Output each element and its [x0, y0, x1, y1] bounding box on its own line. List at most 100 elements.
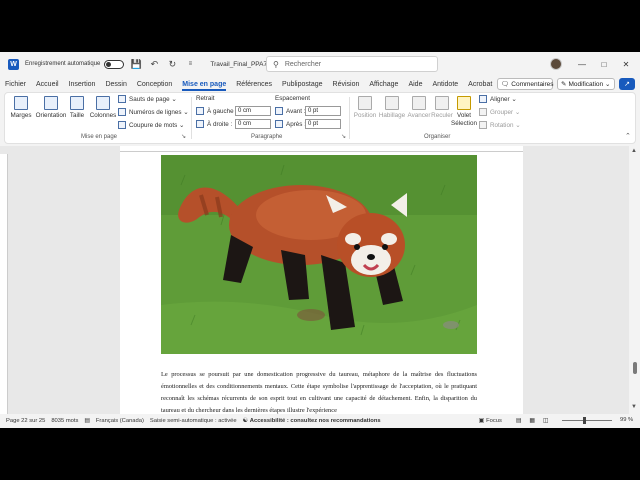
language-label[interactable]: Français (Canada)	[96, 418, 144, 424]
editing-mode-label: Modification ⌄	[568, 81, 611, 88]
tab-aide[interactable]: Aide	[403, 76, 427, 92]
customize-toolbar-icon[interactable]: ≡	[184, 58, 196, 70]
line-numbers-button[interactable]: Numéros de lignes ⌄	[118, 108, 189, 116]
page-setup-launcher-icon[interactable]: ↘	[181, 133, 186, 140]
spacing-after-input[interactable]: 0 pt	[305, 119, 341, 129]
tab-mise-en-page[interactable]: Mise en page	[177, 76, 231, 92]
document-page[interactable]: Le processus se poursuit par une domesti…	[120, 152, 523, 414]
user-avatar[interactable]	[550, 58, 562, 70]
size-label: Taille	[69, 112, 85, 119]
spacing-after-text: Après :	[286, 120, 306, 128]
scrollbar-thumb[interactable]	[633, 362, 637, 374]
tab-affichage[interactable]: Affichage	[364, 76, 403, 92]
proofing-icon[interactable]: ▤	[84, 418, 89, 424]
group-objects-button[interactable]: Grouper ⌄	[479, 108, 520, 116]
group-label-arrange: Organiser	[424, 134, 451, 140]
group-objects-label: Grouper ⌄	[490, 108, 521, 116]
share-icon: ↗	[624, 81, 630, 88]
margins-icon	[14, 96, 28, 110]
tab-accueil[interactable]: Accueil	[31, 76, 64, 92]
bring-forward-icon	[412, 96, 426, 110]
orientation-icon	[44, 96, 58, 110]
autosave-toggle[interactable]	[104, 59, 125, 69]
paragraph-launcher-icon[interactable]: ↘	[341, 133, 346, 140]
spacing-heading: Espacement	[275, 95, 311, 102]
wrap-text-button[interactable]: Habillage	[377, 96, 407, 120]
position-button[interactable]: Position	[351, 96, 379, 120]
size-button[interactable]: Taille	[65, 96, 89, 120]
save-icon[interactable]: 💾	[130, 58, 142, 70]
orientation-button[interactable]: Orientation	[34, 96, 68, 120]
share-button[interactable]: ↗	[619, 78, 635, 90]
autocomplete-status[interactable]: Saisie semi-automatique : activée	[150, 418, 237, 424]
zoom-slider-thumb[interactable]	[583, 417, 586, 424]
comment-icon: 🗨	[501, 81, 510, 88]
comments-label: Commentaires	[511, 80, 554, 88]
tab-publipostage[interactable]: Publipostage	[277, 76, 327, 92]
spacing-before-input[interactable]: 0 pt	[305, 106, 341, 116]
web-layout-icon[interactable]: ◫	[543, 418, 548, 424]
tab-acrobat[interactable]: Acrobat	[463, 76, 497, 92]
margins-button[interactable]: Marges	[7, 96, 35, 120]
tab-insertion[interactable]: Insertion	[64, 76, 101, 92]
wrap-text-label: Habillage	[378, 112, 406, 119]
collapse-ribbon-icon[interactable]: ⌃	[625, 132, 631, 140]
editing-mode-button[interactable]: ✎ Modification ⌄	[557, 78, 615, 90]
align-label: Aligner ⌄	[490, 95, 517, 103]
rotate-button[interactable]: Rotation ⌄	[479, 121, 520, 129]
zoom-level[interactable]: 99 %	[620, 417, 633, 423]
accessibility-icon[interactable]: ☯	[243, 418, 248, 424]
scroll-down-icon[interactable]: ▼	[631, 404, 637, 410]
indent-right-input[interactable]: 0 cm	[235, 119, 271, 129]
position-icon	[358, 96, 372, 110]
tab-antidote[interactable]: Antidote	[427, 76, 463, 92]
comments-button[interactable]: 🗨 Commentaires	[497, 78, 554, 90]
word-logo-icon: W	[8, 58, 19, 70]
accessibility-status[interactable]: Accessibilité : consultez nos recommanda…	[250, 418, 381, 424]
word-count[interactable]: 8035 mots	[51, 418, 78, 424]
indent-heading: Retrait	[196, 95, 215, 102]
columns-button[interactable]: Colonnes	[89, 96, 117, 120]
maximize-icon[interactable]: □	[598, 58, 610, 70]
indent-left-input[interactable]: 0 cm	[235, 106, 271, 116]
vertical-ruler[interactable]	[0, 154, 8, 414]
search-box[interactable]: ⚲ Rechercher	[266, 56, 438, 72]
close-icon[interactable]: ✕	[620, 58, 632, 70]
red-panda-illustration	[161, 155, 477, 354]
status-bar: Page 22 sur 25 8035 mots ▤ Français (Can…	[0, 414, 640, 428]
print-layout-icon[interactable]: ▦	[529, 418, 534, 424]
selection-pane-icon	[457, 96, 471, 110]
focus-icon[interactable]: ▣	[479, 418, 484, 424]
hyphenation-button[interactable]: Coupure de mots ⌄	[118, 121, 184, 129]
breaks-button[interactable]: Sauts de page ⌄	[118, 95, 177, 103]
body-paragraph[interactable]: Le processus se poursuit par une domesti…	[161, 369, 477, 417]
tab-conception[interactable]: Conception	[132, 76, 177, 92]
hyphenation-label: Coupure de mots ⌄	[129, 121, 185, 129]
search-placeholder: Rechercher	[284, 60, 322, 68]
scroll-up-icon[interactable]: ▲	[631, 148, 637, 154]
tab-fichier[interactable]: Fichier	[0, 76, 31, 92]
ribbon-panel: Marges Orientation Taille Colonnes Sauts…	[4, 92, 636, 144]
columns-icon	[96, 96, 110, 110]
indent-left-icon	[196, 107, 204, 115]
page-size-icon	[70, 96, 84, 110]
columns-label: Colonnes	[89, 112, 117, 119]
rotate-icon	[479, 121, 487, 129]
indent-right-icon	[196, 120, 204, 128]
vertical-scrollbar[interactable]: ▲ ▼	[629, 146, 640, 414]
tab-references[interactable]: Références	[231, 76, 277, 92]
align-button[interactable]: Aligner ⌄	[479, 95, 517, 103]
minimize-icon[interactable]: —	[576, 58, 588, 70]
tab-revision[interactable]: Révision	[328, 76, 365, 92]
redo-icon[interactable]: ↻	[166, 58, 178, 70]
tab-dessin[interactable]: Dessin	[100, 76, 131, 92]
page-counter[interactable]: Page 22 sur 25	[6, 418, 45, 424]
red-panda-image[interactable]	[161, 155, 477, 354]
zoom-slider[interactable]	[562, 420, 612, 421]
hyphenation-icon	[118, 121, 126, 129]
focus-label[interactable]: Focus	[486, 418, 502, 424]
selection-pane-button[interactable]: Volet Sélection	[449, 96, 479, 127]
undo-icon[interactable]: ↶	[148, 58, 160, 70]
indent-right-label: À droite :	[196, 120, 232, 128]
read-mode-icon[interactable]: ▤	[516, 418, 521, 424]
